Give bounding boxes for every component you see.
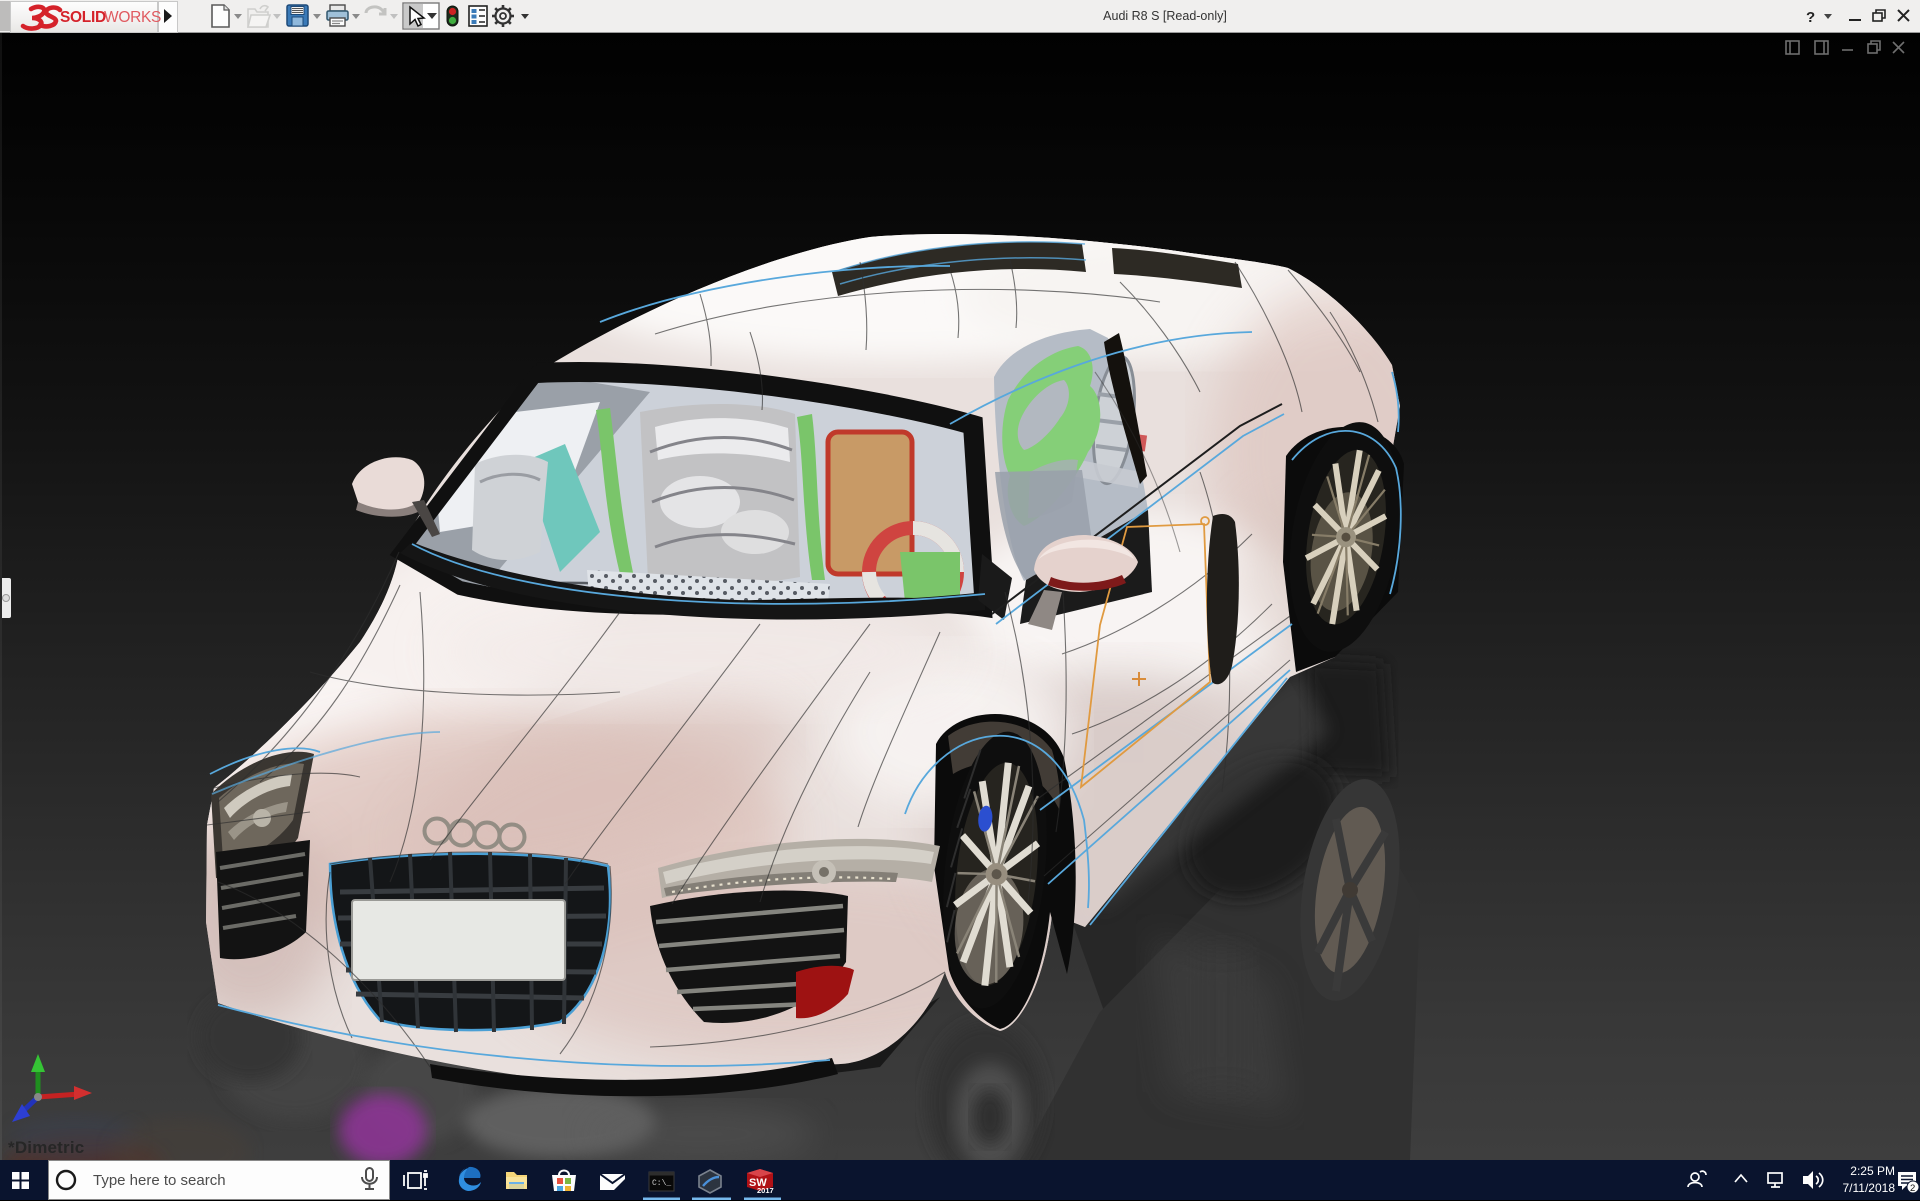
svg-text:C:\_: C:\_: [652, 1179, 671, 1188]
svg-text:?: ?: [1806, 9, 1815, 26]
svg-text:SOLID: SOLID: [60, 9, 106, 26]
svg-text:WORKS: WORKS: [104, 9, 161, 26]
svg-text:2: 2: [1910, 1183, 1915, 1194]
svg-text:2017: 2017: [757, 1186, 774, 1195]
